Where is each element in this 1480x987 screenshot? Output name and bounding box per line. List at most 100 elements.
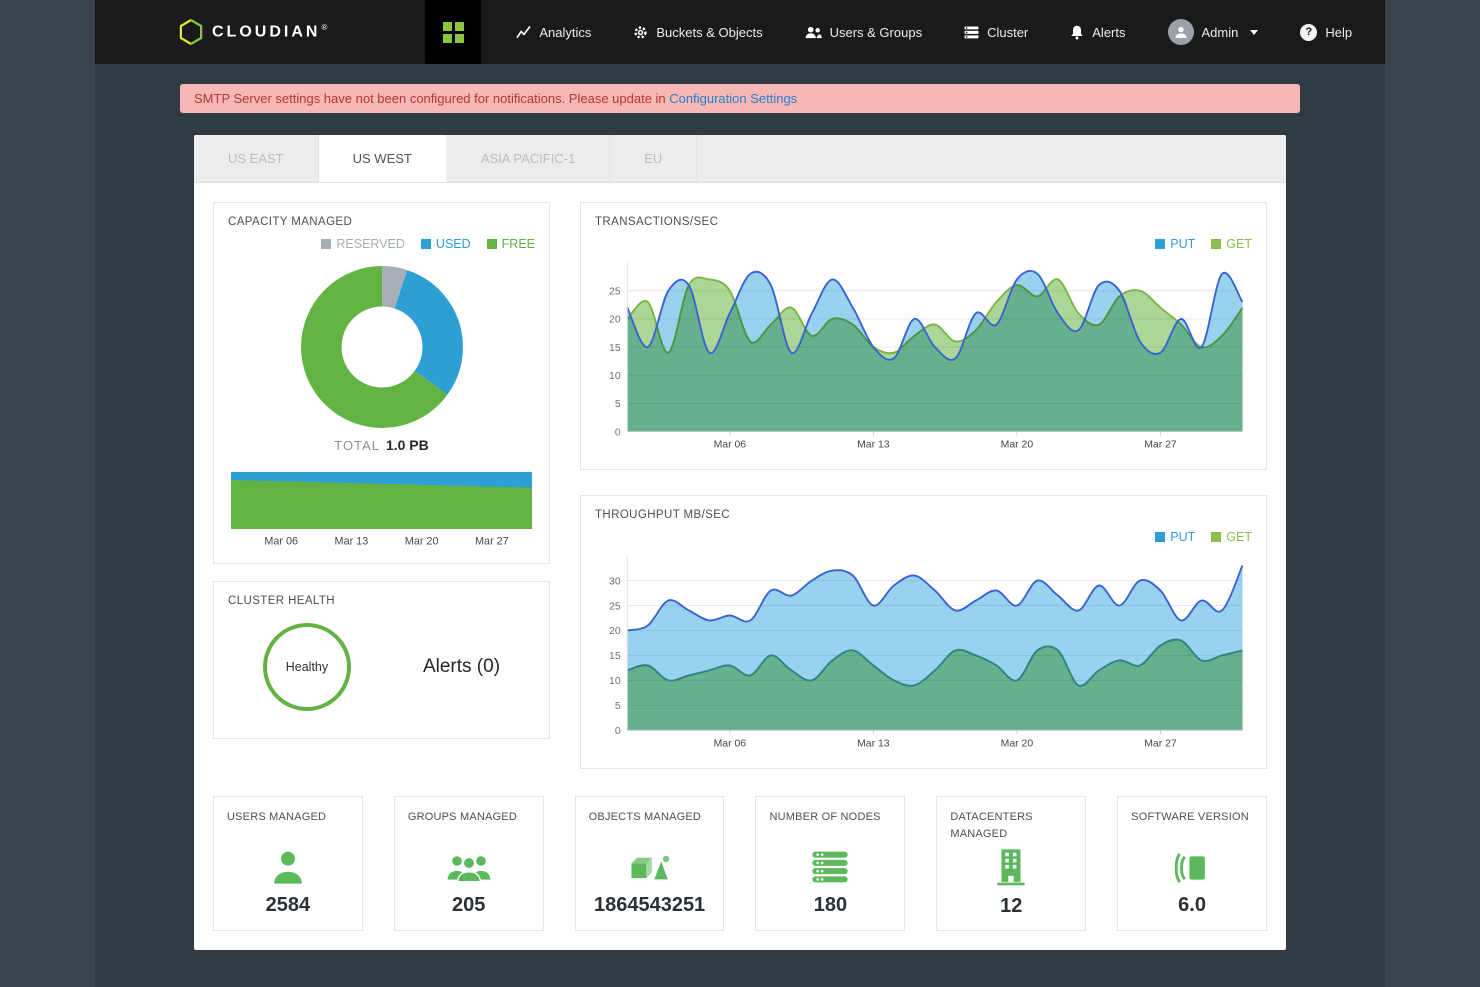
tab-eu[interactable]: EU xyxy=(610,135,697,182)
legend-label: FREE xyxy=(502,237,535,251)
stat-number-of-nodes: NUMBER OF NODES 180 xyxy=(755,796,905,931)
legend-label: USED xyxy=(436,237,471,251)
svg-text:0: 0 xyxy=(615,427,621,438)
smtp-alert-banner: SMTP Server settings have not been confi… xyxy=(180,84,1300,113)
gear-icon xyxy=(633,25,648,40)
legend-label: GET xyxy=(1226,237,1252,251)
stat-value: 12 xyxy=(950,895,1072,918)
banner-message: SMTP Server settings have not been confi… xyxy=(194,91,669,106)
svg-text:5: 5 xyxy=(615,399,621,410)
svg-text:25: 25 xyxy=(609,602,621,613)
stat-label: GROUPS MANAGED xyxy=(408,809,530,841)
nav-alerts[interactable]: Alerts xyxy=(1049,0,1146,64)
group-icon xyxy=(408,841,530,885)
cloudian-hexagon-icon xyxy=(179,19,203,45)
card-title: CLUSTER HEALTH xyxy=(228,595,535,607)
svg-text:Mar 06: Mar 06 xyxy=(714,739,747,750)
stat-label: USERS MANAGED xyxy=(227,809,349,841)
stat-groups-managed: GROUPS MANAGED 205 xyxy=(394,796,544,931)
capacity-managed-card: CAPACITY MANAGED RESERVED USED FREE TOTA… xyxy=(213,202,550,564)
total-value: 1.0 PB xyxy=(386,437,429,453)
stat-users-managed: USERS MANAGED 2584 xyxy=(213,796,363,931)
svg-text:Mar 13: Mar 13 xyxy=(857,440,890,451)
chart-legend: PUT GET xyxy=(595,237,1252,251)
cluster-health-card: CLUSTER HEALTH Healthy Alerts (0) xyxy=(213,581,550,739)
legend-label: PUT xyxy=(1170,530,1195,544)
tab-asia-pacific-1[interactable]: ASIA PACIFIC-1 xyxy=(447,135,610,182)
svg-text:10: 10 xyxy=(609,676,621,687)
svg-text:30: 30 xyxy=(609,577,621,588)
top-navbar: CLOUDIAN® Analytics Buckets & Objects Us… xyxy=(95,0,1385,64)
region-tabs: US EAST US WEST ASIA PACIFIC-1 EU xyxy=(194,135,1286,183)
legend-label: RESERVED xyxy=(336,237,405,251)
stat-value: 2584 xyxy=(227,894,349,917)
svg-text:Mar 06: Mar 06 xyxy=(264,536,298,548)
svg-text:Mar 20: Mar 20 xyxy=(405,536,439,548)
nav-label: Buckets & Objects xyxy=(656,25,762,40)
configuration-settings-link[interactable]: Configuration Settings xyxy=(669,91,797,106)
nav-help[interactable]: ? Help xyxy=(1279,24,1373,41)
tab-us-west[interactable]: US WEST xyxy=(319,135,447,182)
version-icon xyxy=(1131,841,1253,885)
stat-value: 180 xyxy=(769,894,891,917)
put-swatch xyxy=(1155,239,1165,249)
stat-objects-managed: OBJECTS MANAGED 1864543251 xyxy=(575,796,725,931)
legend-label: GET xyxy=(1226,530,1252,544)
datacenter-icon xyxy=(950,842,1072,886)
capacity-donut-chart xyxy=(296,261,468,433)
stat-datacenters-managed: DATACENTERS MANAGED 12 xyxy=(936,796,1086,931)
svg-text:15: 15 xyxy=(609,651,621,662)
free-swatch xyxy=(487,239,497,249)
stat-label: OBJECTS MANAGED xyxy=(589,809,711,841)
stat-value: 205 xyxy=(408,894,530,917)
capacity-legend: RESERVED USED FREE xyxy=(228,237,535,251)
card-title: THROUGHPUT MB/SEC xyxy=(595,509,1252,521)
svg-text:Mar 27: Mar 27 xyxy=(1144,440,1177,451)
svg-text:Mar 20: Mar 20 xyxy=(1001,739,1034,750)
nav-label: Analytics xyxy=(539,25,591,40)
total-label: TOTAL xyxy=(334,438,380,453)
help-icon: ? xyxy=(1300,24,1317,41)
stat-value: 1864543251 xyxy=(589,894,711,917)
admin-label: Admin xyxy=(1202,25,1239,40)
cloudian-logo[interactable]: CLOUDIAN® xyxy=(179,19,327,45)
users-icon xyxy=(805,26,822,39)
card-title: TRANSACTIONS/SEC xyxy=(595,216,1252,228)
health-status-badge: Healthy xyxy=(263,623,351,711)
stat-label: SOFTWARE VERSION xyxy=(1131,809,1253,841)
reserved-swatch xyxy=(321,239,331,249)
admin-menu[interactable]: Admin xyxy=(1147,19,1280,45)
get-swatch xyxy=(1211,532,1221,542)
nodes-icon xyxy=(769,841,891,885)
dashboard-content: CAPACITY MANAGED RESERVED USED FREE TOTA… xyxy=(194,183,1286,950)
nav-analytics[interactable]: Analytics xyxy=(495,0,612,64)
bell-icon xyxy=(1070,25,1084,40)
objects-icon xyxy=(589,841,711,885)
dashboard-grid-icon xyxy=(443,22,464,43)
nav-cluster[interactable]: Cluster xyxy=(943,0,1049,64)
throughput-chart: 051015202530Mar 06Mar 13Mar 20Mar 27 xyxy=(595,548,1252,755)
card-title: CAPACITY MANAGED xyxy=(228,216,535,228)
nav-label: Cluster xyxy=(987,25,1028,40)
nav-buckets-objects[interactable]: Buckets & Objects xyxy=(612,0,783,64)
put-swatch xyxy=(1155,532,1165,542)
stat-value: 6.0 xyxy=(1131,894,1253,917)
nav-users-groups[interactable]: Users & Groups xyxy=(784,0,943,64)
nav-dashboard[interactable] xyxy=(425,0,481,64)
svg-text:Mar 20: Mar 20 xyxy=(1001,440,1034,451)
svg-text:15: 15 xyxy=(609,343,621,354)
legend-label: PUT xyxy=(1170,237,1195,251)
user-icon xyxy=(227,841,349,885)
nav-label: Users & Groups xyxy=(830,25,922,40)
stat-label: DATACENTERS MANAGED xyxy=(950,809,1072,842)
svg-text:0: 0 xyxy=(615,726,621,737)
svg-text:Mar 13: Mar 13 xyxy=(335,536,369,548)
svg-text:20: 20 xyxy=(609,627,621,638)
svg-text:20: 20 xyxy=(609,315,621,326)
tab-us-east[interactable]: US EAST xyxy=(194,135,319,182)
nav-right: Admin ? Help xyxy=(1147,19,1374,45)
svg-text:Mar 27: Mar 27 xyxy=(475,536,509,548)
cluster-icon xyxy=(964,26,979,39)
capacity-trend-chart: Mar 06 Mar 13 Mar 20 Mar 27 xyxy=(228,469,535,550)
stat-software-version: SOFTWARE VERSION 6.0 xyxy=(1117,796,1267,931)
